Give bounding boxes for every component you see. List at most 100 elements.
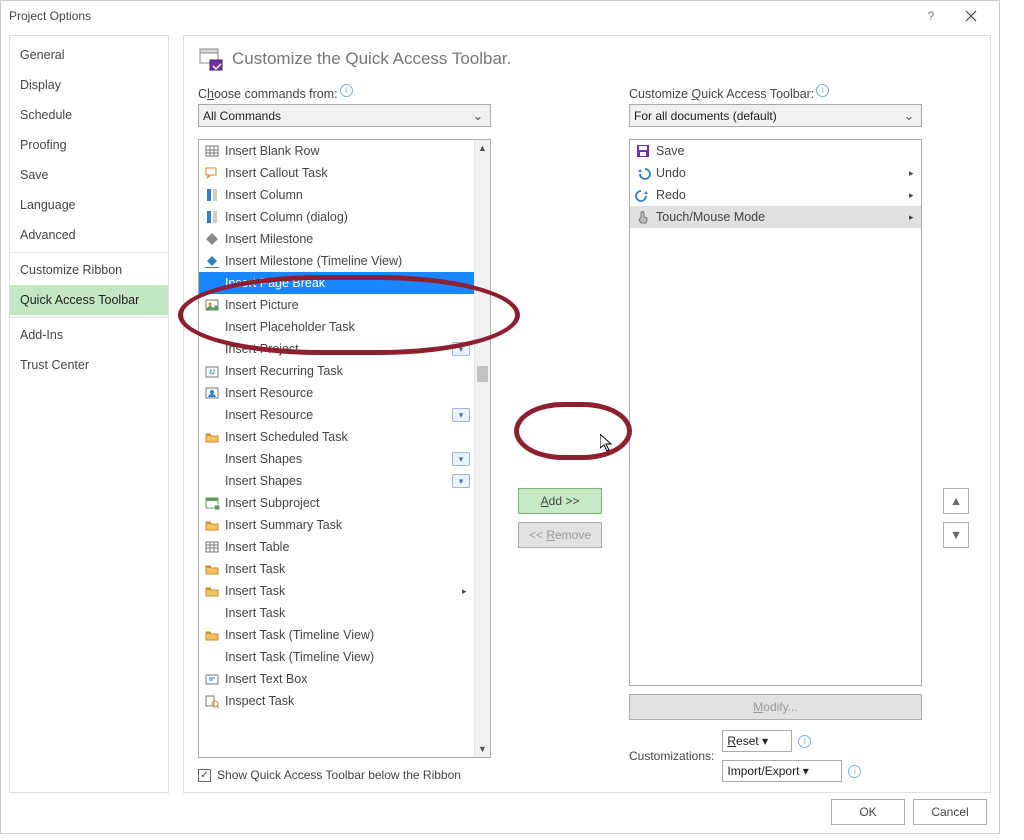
ok-button[interactable]: OK <box>831 799 905 825</box>
list-item[interactable]: Insert Column <box>199 184 474 206</box>
col-icon <box>203 187 221 203</box>
choose-commands-combo[interactable]: All Commands ⌄ <box>198 104 491 127</box>
flyout-indicator-icon: ▸ <box>909 168 917 179</box>
list-item[interactable]: Insert Summary Task <box>199 514 474 536</box>
flyout-indicator-icon: ▸ <box>462 586 470 597</box>
list-item[interactable]: Insert Blank Row <box>199 140 474 162</box>
callout-icon <box>203 165 221 181</box>
scrollbar[interactable]: ▲ ▼ <box>474 140 490 757</box>
list-item[interactable]: Insert Scheduled Task <box>199 426 474 448</box>
flyout-indicator-icon: ▸ <box>909 212 917 223</box>
sidebar-item-quick-access-toolbar[interactable]: Quick Access Toolbar <box>10 285 168 315</box>
list-item-label: Inspect Task <box>225 694 474 708</box>
list-item[interactable]: Undo ▸ <box>630 162 921 184</box>
scroll-down-button[interactable]: ▼ <box>475 741 490 757</box>
move-down-button[interactable]: ▼ <box>943 522 969 548</box>
customizations-label: Customizations: <box>629 749 714 763</box>
modify-button[interactable]: Modify... <box>629 694 922 720</box>
toolbar-column: Customize Quick Access Toolbar:i For all… <box>629 84 922 782</box>
list-item-label: Insert Page Break <box>225 276 474 290</box>
list-item-label: Insert Shapes <box>225 452 448 466</box>
list-item[interactable]: Save <box>630 140 921 162</box>
list-item[interactable]: Insert Callout Task <box>199 162 474 184</box>
milestone-icon <box>203 231 221 247</box>
category-sidebar: General Display Schedule Proofing Save L… <box>9 35 169 793</box>
close-button[interactable] <box>951 2 991 30</box>
sidebar-item-add-ins[interactable]: Add-Ins <box>10 320 168 350</box>
list-item[interactable]: Insert Resource <box>199 382 474 404</box>
list-item[interactable]: Insert Text Box <box>199 668 474 690</box>
sidebar-item-display[interactable]: Display <box>10 70 168 100</box>
sidebar-item-proofing[interactable]: Proofing <box>10 130 168 160</box>
sidebar-item-trust-center[interactable]: Trust Center <box>10 350 168 380</box>
list-item[interactable]: Insert Project <box>199 338 474 360</box>
blank-icon <box>203 407 221 423</box>
sidebar-item-customize-ribbon[interactable]: Customize Ribbon <box>10 255 168 285</box>
list-item-label: Insert Scheduled Task <box>225 430 474 444</box>
show-qat-below-checkbox[interactable]: ✓ Show Quick Access Toolbar below the Ri… <box>198 768 491 782</box>
list-item-label: Insert Task <box>225 606 474 620</box>
split-button-indicator-icon <box>452 452 470 466</box>
info-icon[interactable]: i <box>816 84 829 97</box>
list-item[interactable]: Insert Milestone (Timeline View) <box>199 250 474 272</box>
folder-icon <box>203 429 221 445</box>
add-button[interactable]: Add >> <box>518 488 602 514</box>
list-item[interactable]: Insert Milestone <box>199 228 474 250</box>
customize-qat-combo[interactable]: For all documents (default) ⌄ <box>629 104 922 127</box>
grid-icon <box>203 143 221 159</box>
list-item[interactable]: Insert Column (dialog) <box>199 206 474 228</box>
list-item[interactable]: Insert Task <box>199 558 474 580</box>
split-button-indicator-icon <box>452 474 470 488</box>
list-item-label: Insert Resource <box>225 386 474 400</box>
list-item-label: Insert Picture <box>225 298 474 312</box>
help-button[interactable]: ? <box>911 2 951 30</box>
list-item[interactable]: Insert Task (Timeline View) <box>199 624 474 646</box>
info-icon[interactable]: i <box>798 735 811 748</box>
list-item[interactable]: Insert Table <box>199 536 474 558</box>
list-item-label: Undo <box>656 166 905 180</box>
sidebar-item-language[interactable]: Language <box>10 190 168 220</box>
folder-icon <box>203 561 221 577</box>
picture-icon <box>203 297 221 313</box>
toolbar-list[interactable]: Save Undo ▸ Redo▸Touch/Mouse Mode▸ <box>629 139 922 686</box>
list-item[interactable]: Insert Recurring Task <box>199 360 474 382</box>
list-item-label: Insert Task (Timeline View) <box>225 650 474 664</box>
page-heading: Customize the Quick Access Toolbar. <box>232 49 511 69</box>
resource-icon <box>203 385 221 401</box>
scroll-up-button[interactable]: ▲ <box>475 140 490 156</box>
list-item[interactable]: Insert Task▸ <box>199 580 474 602</box>
split-button-indicator-icon <box>452 408 470 422</box>
import-export-button[interactable]: Import/Export ▾ <box>722 760 842 782</box>
cancel-button[interactable]: Cancel <box>913 799 987 825</box>
list-item[interactable]: Insert Subproject <box>199 492 474 514</box>
list-item[interactable]: Insert Shapes <box>199 448 474 470</box>
touch-icon <box>634 209 652 225</box>
list-item[interactable]: Insert Task <box>199 602 474 624</box>
commands-column: Choose commands from:i All Commands ⌄ In… <box>198 84 491 782</box>
sidebar-item-save[interactable]: Save <box>10 160 168 190</box>
info-icon[interactable]: i <box>340 84 353 97</box>
sidebar-item-advanced[interactable]: Advanced <box>10 220 168 250</box>
scroll-thumb[interactable] <box>477 366 488 382</box>
reset-button[interactable]: Reset ▾ <box>722 730 792 752</box>
blank-icon <box>203 341 221 357</box>
list-item[interactable]: Redo▸ <box>630 184 921 206</box>
chevron-down-icon: ⌄ <box>901 108 917 123</box>
sidebar-item-schedule[interactable]: Schedule <box>10 100 168 130</box>
move-up-button[interactable]: ▲ <box>943 488 969 514</box>
textbox-icon <box>203 671 221 687</box>
list-item[interactable]: Touch/Mouse Mode▸ <box>630 206 921 228</box>
sidebar-item-general[interactable]: General <box>10 40 168 70</box>
list-item[interactable]: Inspect Task <box>199 690 474 712</box>
milestone-tl-icon <box>203 253 221 269</box>
list-item[interactable]: Insert Picture <box>199 294 474 316</box>
list-item[interactable]: Insert Shapes <box>199 470 474 492</box>
command-list[interactable]: Insert Blank RowInsert Callout TaskInser… <box>198 139 491 758</box>
remove-button[interactable]: << Remove <box>518 522 602 548</box>
list-item[interactable]: Insert Resource <box>199 404 474 426</box>
list-item[interactable]: Insert Task (Timeline View) <box>199 646 474 668</box>
list-item[interactable]: Insert Page Break <box>199 272 474 294</box>
info-icon[interactable]: i <box>848 765 861 778</box>
list-item-label: Insert Text Box <box>225 672 474 686</box>
list-item[interactable]: Insert Placeholder Task <box>199 316 474 338</box>
